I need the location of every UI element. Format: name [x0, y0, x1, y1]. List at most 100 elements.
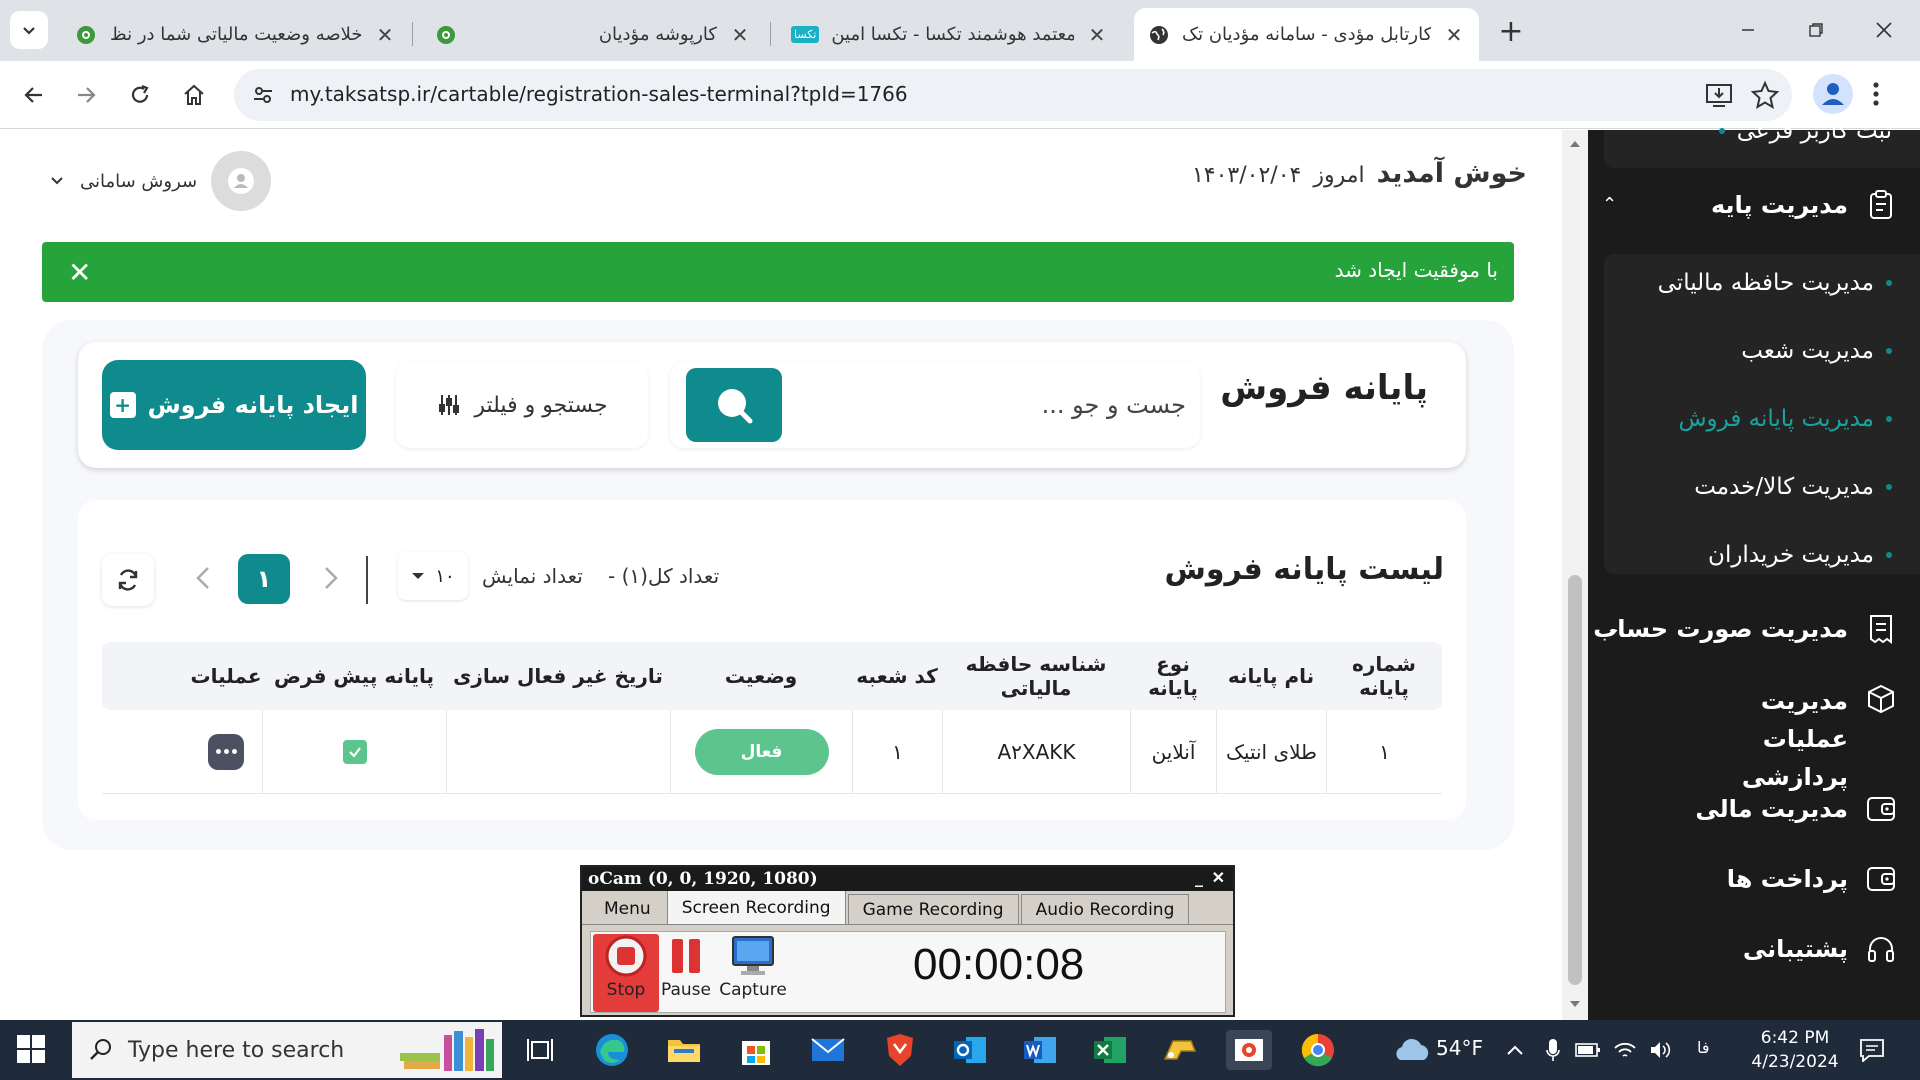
avatar[interactable]	[211, 151, 272, 211]
sidebar-item-payments[interactable]: پرداخت ها	[1727, 862, 1898, 896]
restore-button[interactable]	[1796, 12, 1836, 48]
battery-button[interactable]	[1572, 1030, 1604, 1070]
url-text[interactable]: my.taksatsp.ir/cartable/registration-sal…	[290, 82, 908, 106]
search-input[interactable]	[806, 362, 1186, 448]
scroll-up-icon[interactable]	[1569, 138, 1581, 150]
store-button[interactable]	[736, 1030, 776, 1070]
tab-screen-recording[interactable]: Screen Recording	[666, 890, 846, 924]
tab-cartable[interactable]: کارپوشه مؤدیان ✕	[420, 8, 765, 61]
search-icon	[90, 1039, 111, 1060]
search-filter-button[interactable]: جستجو و فیلتر	[396, 362, 648, 448]
tab-close-icon[interactable]: ✕	[1086, 23, 1108, 47]
tab-audio-recording[interactable]: Audio Recording	[1020, 894, 1190, 924]
sidebar-item-base-management[interactable]: مدیریت پایه	[1711, 188, 1898, 222]
clock-time: 6:42 PM	[1760, 1028, 1830, 1048]
word-button[interactable]	[1020, 1030, 1060, 1070]
task-view-button[interactable]	[520, 1030, 560, 1070]
sidebar-item-tax-memory[interactable]: مدیریت حافظه مالیاتی	[1658, 270, 1892, 296]
chrome-button[interactable]	[1298, 1030, 1338, 1070]
brave-button[interactable]	[880, 1030, 920, 1070]
ocam-menu[interactable]: Menu	[590, 894, 665, 924]
scroll-down-icon[interactable]	[1569, 998, 1581, 1010]
notifications-button[interactable]	[1852, 1030, 1892, 1070]
page-number-button[interactable]: ۱	[238, 554, 290, 604]
sidebar-item-goods[interactable]: مدیریت کالا/خدمت	[1694, 474, 1892, 500]
sidebar-item-processing[interactable]: مدیریت عملیات پردازشی	[1678, 682, 1898, 796]
tab-separator	[770, 22, 771, 46]
bookmark-button[interactable]	[1750, 80, 1780, 110]
app-key-button[interactable]	[1160, 1030, 1200, 1070]
operations-button[interactable]	[208, 733, 244, 770]
home-button[interactable]	[174, 75, 214, 115]
search-box	[670, 362, 1200, 448]
col-terminal-number: شماره پایانه	[1352, 652, 1416, 700]
stop-button[interactable]: Stop	[593, 934, 659, 1012]
pause-button[interactable]: Pause	[653, 934, 719, 1012]
edge-button[interactable]	[592, 1030, 632, 1070]
sidebar-item-buyers[interactable]: مدیریت خریداران	[1708, 542, 1892, 568]
sidebar-item-label: مدیریت خریداران	[1708, 542, 1874, 568]
wifi-button[interactable]	[1610, 1030, 1640, 1070]
create-terminal-button[interactable]: ایجاد پایانه فروش +	[102, 360, 366, 450]
tab-close-icon[interactable]: ✕	[1443, 23, 1465, 47]
address-bar[interactable]: my.taksatsp.ir/cartable/registration-sal…	[234, 69, 1792, 121]
volume-button[interactable]	[1646, 1030, 1676, 1070]
sidebar-item-branches[interactable]: مدیریت شعب	[1741, 338, 1892, 364]
mail-button[interactable]	[808, 1030, 848, 1070]
page-size-select[interactable]: ۱۰	[398, 552, 468, 600]
tab-title: کارپوشه مؤدیان	[598, 24, 717, 45]
sidebar-item-sub-user[interactable]: ثبت کاربر فرعی	[1718, 118, 1892, 144]
close-icon[interactable]: ✕	[1212, 868, 1225, 887]
weather-button[interactable]	[1390, 1030, 1434, 1070]
sidebar-item-support[interactable]: پشتیبانی	[1743, 932, 1898, 966]
tab-close-icon[interactable]: ✕	[374, 23, 396, 47]
tab-tax-summary[interactable]: خلاصه وضعیت مالیاتی شما در نظ ✕	[60, 8, 410, 61]
back-button[interactable]	[14, 75, 54, 115]
minimize-button[interactable]	[1728, 12, 1768, 48]
install-app-button[interactable]	[1704, 80, 1734, 110]
sidebar-item-invoices[interactable]: مدیریت صورت حساب	[1593, 612, 1898, 646]
new-tab-button[interactable]: +	[1494, 14, 1528, 49]
sidebar-item-finance[interactable]: مدیریت مالی	[1695, 792, 1898, 826]
alert-close-icon[interactable]: ✕	[68, 256, 91, 289]
page-scrollbar[interactable]	[1562, 130, 1588, 1020]
prev-page-button[interactable]	[182, 554, 224, 602]
next-page-button[interactable]	[310, 554, 352, 602]
tray-expand-button[interactable]	[1500, 1030, 1530, 1070]
start-button[interactable]	[14, 1032, 54, 1068]
tab-close-icon[interactable]: ✕	[729, 23, 751, 47]
scroll-thumb[interactable]	[1568, 575, 1582, 985]
ocam-taskbar-button[interactable]	[1226, 1030, 1272, 1070]
capture-button[interactable]: Capture	[713, 934, 793, 1012]
chevron-up-icon[interactable]: ⌃	[1602, 194, 1617, 215]
language-indicator[interactable]: فا	[1697, 1038, 1710, 1057]
close-window-button[interactable]	[1864, 12, 1904, 48]
excel-button[interactable]	[1090, 1030, 1130, 1070]
profile-button[interactable]	[1812, 73, 1854, 115]
minimize-icon[interactable]: _	[1195, 868, 1203, 887]
tab-search-button[interactable]	[10, 11, 48, 49]
chevron-down-icon[interactable]: ⌄	[1606, 618, 1621, 639]
site-info-button[interactable]	[246, 78, 280, 112]
search-button[interactable]	[686, 368, 782, 442]
tab-taksa-amin[interactable]: تکسا معتمد هوشمند تکسا - تکسا امین ✕	[777, 8, 1122, 61]
browser-menu-button[interactable]	[1866, 73, 1886, 115]
refresh-button[interactable]	[102, 554, 154, 606]
user-menu[interactable]: سروش سامانی	[50, 150, 272, 212]
default-checkbox[interactable]	[342, 739, 367, 764]
taskbar-search[interactable]: Type here to search	[72, 1022, 502, 1078]
sidebar-item-sales-terminal[interactable]: مدیریت پایانه فروش	[1678, 406, 1892, 432]
reload-button[interactable]	[120, 75, 160, 115]
outlook-button[interactable]	[950, 1030, 990, 1070]
col-operations: عملیات	[190, 664, 262, 688]
forward-button[interactable]	[66, 75, 106, 115]
microphone-button[interactable]	[1538, 1030, 1568, 1070]
terminal-header-card: پایانه فروش جستجو و فیلتر ایجاد پایانه ف…	[78, 342, 1466, 468]
file-explorer-button[interactable]	[664, 1030, 704, 1070]
sidebar-item-label: مدیریت کالا/خدمت	[1694, 474, 1874, 500]
col-memory-id: شناسه حافظه مالیاتی	[965, 652, 1107, 700]
taskbar-clock[interactable]: 6:42 PM 4/23/2024	[1745, 1026, 1845, 1074]
tab-cartable-active[interactable]: کارتابل مؤدی - سامانه مؤدیان تک ✕	[1134, 8, 1479, 61]
ocam-title-bar[interactable]: oCam (0, 0, 1920, 1080) _ ✕	[582, 867, 1233, 891]
tab-game-recording[interactable]: Game Recording	[847, 894, 1019, 924]
